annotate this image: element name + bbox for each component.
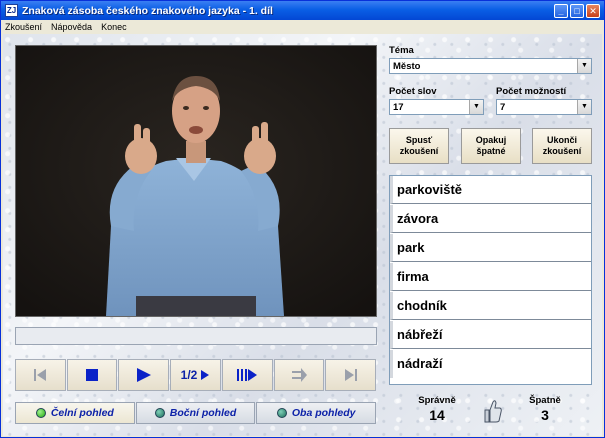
word-option[interactable]: závora [390, 205, 591, 233]
frame-step-button[interactable] [221, 359, 273, 391]
video-player[interactable] [15, 45, 377, 317]
app-icon: ZJ [5, 4, 18, 17]
thumbs-up-icon [484, 400, 502, 423]
chevron-down-icon: ▼ [577, 59, 591, 73]
topic-select[interactable]: Město ▼ [389, 58, 592, 74]
end-test-label: Ukonči zkoušení [542, 135, 582, 156]
word-count-select[interactable]: 17 ▼ [389, 99, 484, 115]
window-title: Znaková zásoba českého znakového jazyka … [22, 4, 273, 17]
view-selector: Čelní pohled Boční pohled Oba pohledy [15, 402, 377, 424]
repeat-wrong-button[interactable]: Opakuj špatné [461, 128, 521, 164]
menu-bar: Zkoušení Nápověda Konec [1, 20, 604, 34]
menu-konec[interactable]: Konec [101, 22, 127, 32]
word-option[interactable]: firma [390, 263, 591, 291]
skip-end-icon [344, 369, 357, 381]
wrong-count: 3 [541, 407, 549, 423]
topic-label: Téma [389, 45, 414, 56]
minimize-button[interactable]: _ [554, 3, 568, 18]
start-test-label: Spusť zkoušení [399, 135, 439, 156]
topic-value: Město [393, 61, 421, 72]
correct-count: 14 [429, 407, 445, 423]
chevron-down-icon: ▼ [469, 100, 483, 114]
view-both-label: Oba pohledy [291, 407, 356, 419]
half-speed-label: 1/2 [180, 368, 198, 382]
start-test-button[interactable]: Spusť zkoušení [389, 128, 449, 164]
signer-video-frame [16, 46, 376, 316]
correct-label: Správně [418, 395, 456, 406]
play-small-icon [201, 370, 210, 380]
word-option[interactable]: nábřeží [390, 321, 591, 349]
stop-icon [86, 369, 99, 381]
inactive-indicator-icon [154, 408, 165, 418]
next-button[interactable] [273, 359, 325, 391]
main-panel: 1/2 Čelní pohled Boční pohled Oba pohled… [3, 34, 602, 436]
play-button[interactable] [118, 359, 170, 391]
view-side-button[interactable]: Boční pohled [135, 402, 256, 424]
video-progress-bar[interactable] [15, 327, 377, 345]
repeat-wrong-label: Opakuj špatné [475, 135, 507, 156]
skip-to-end-button[interactable] [325, 359, 377, 391]
playback-controls: 1/2 [15, 359, 377, 391]
close-button[interactable]: ✕ [586, 3, 600, 18]
menu-napoveda[interactable]: Nápověda [51, 22, 92, 32]
word-option[interactable]: park [390, 234, 591, 262]
stop-button[interactable] [66, 359, 118, 391]
end-test-button[interactable]: Ukonči zkoušení [532, 128, 592, 164]
view-front-label: Čelní pohled [50, 407, 114, 419]
view-side-label: Boční pohled [169, 407, 237, 419]
app-window: ZJ Znaková zásoba českého znakového jazy… [0, 0, 605, 438]
frame-step-icon [237, 369, 258, 381]
half-speed-button[interactable]: 1/2 [170, 359, 221, 391]
skip-start-icon [34, 369, 47, 381]
options-count-select[interactable]: 7 ▼ [496, 99, 592, 115]
skip-to-start-button[interactable] [15, 359, 66, 391]
options-count-value: 7 [500, 102, 506, 113]
options-count-label: Počet možností [496, 86, 567, 97]
maximize-button[interactable]: □ [570, 3, 584, 18]
view-front-button[interactable]: Čelní pohled [15, 402, 135, 424]
wrong-label: Špatně [529, 395, 561, 406]
chevron-down-icon: ▼ [577, 100, 591, 114]
word-option[interactable]: chodník [390, 292, 591, 320]
title-bar[interactable]: ZJ Znaková zásoba českého znakového jazy… [1, 1, 604, 20]
word-option[interactable]: parkoviště [390, 176, 591, 204]
inactive-indicator-icon [276, 408, 287, 418]
word-choice-list: parkoviště závora park firma chodník náb… [389, 175, 592, 385]
word-count-value: 17 [393, 102, 404, 113]
menu-zkouseni[interactable]: Zkoušení [5, 22, 42, 32]
next-arrow-icon [291, 368, 307, 382]
word-option[interactable]: nádraží [390, 350, 591, 378]
active-indicator-icon [35, 408, 46, 418]
view-both-button[interactable]: Oba pohledy [256, 402, 377, 424]
word-count-label: Počet slov [389, 86, 437, 97]
play-icon [136, 368, 151, 382]
